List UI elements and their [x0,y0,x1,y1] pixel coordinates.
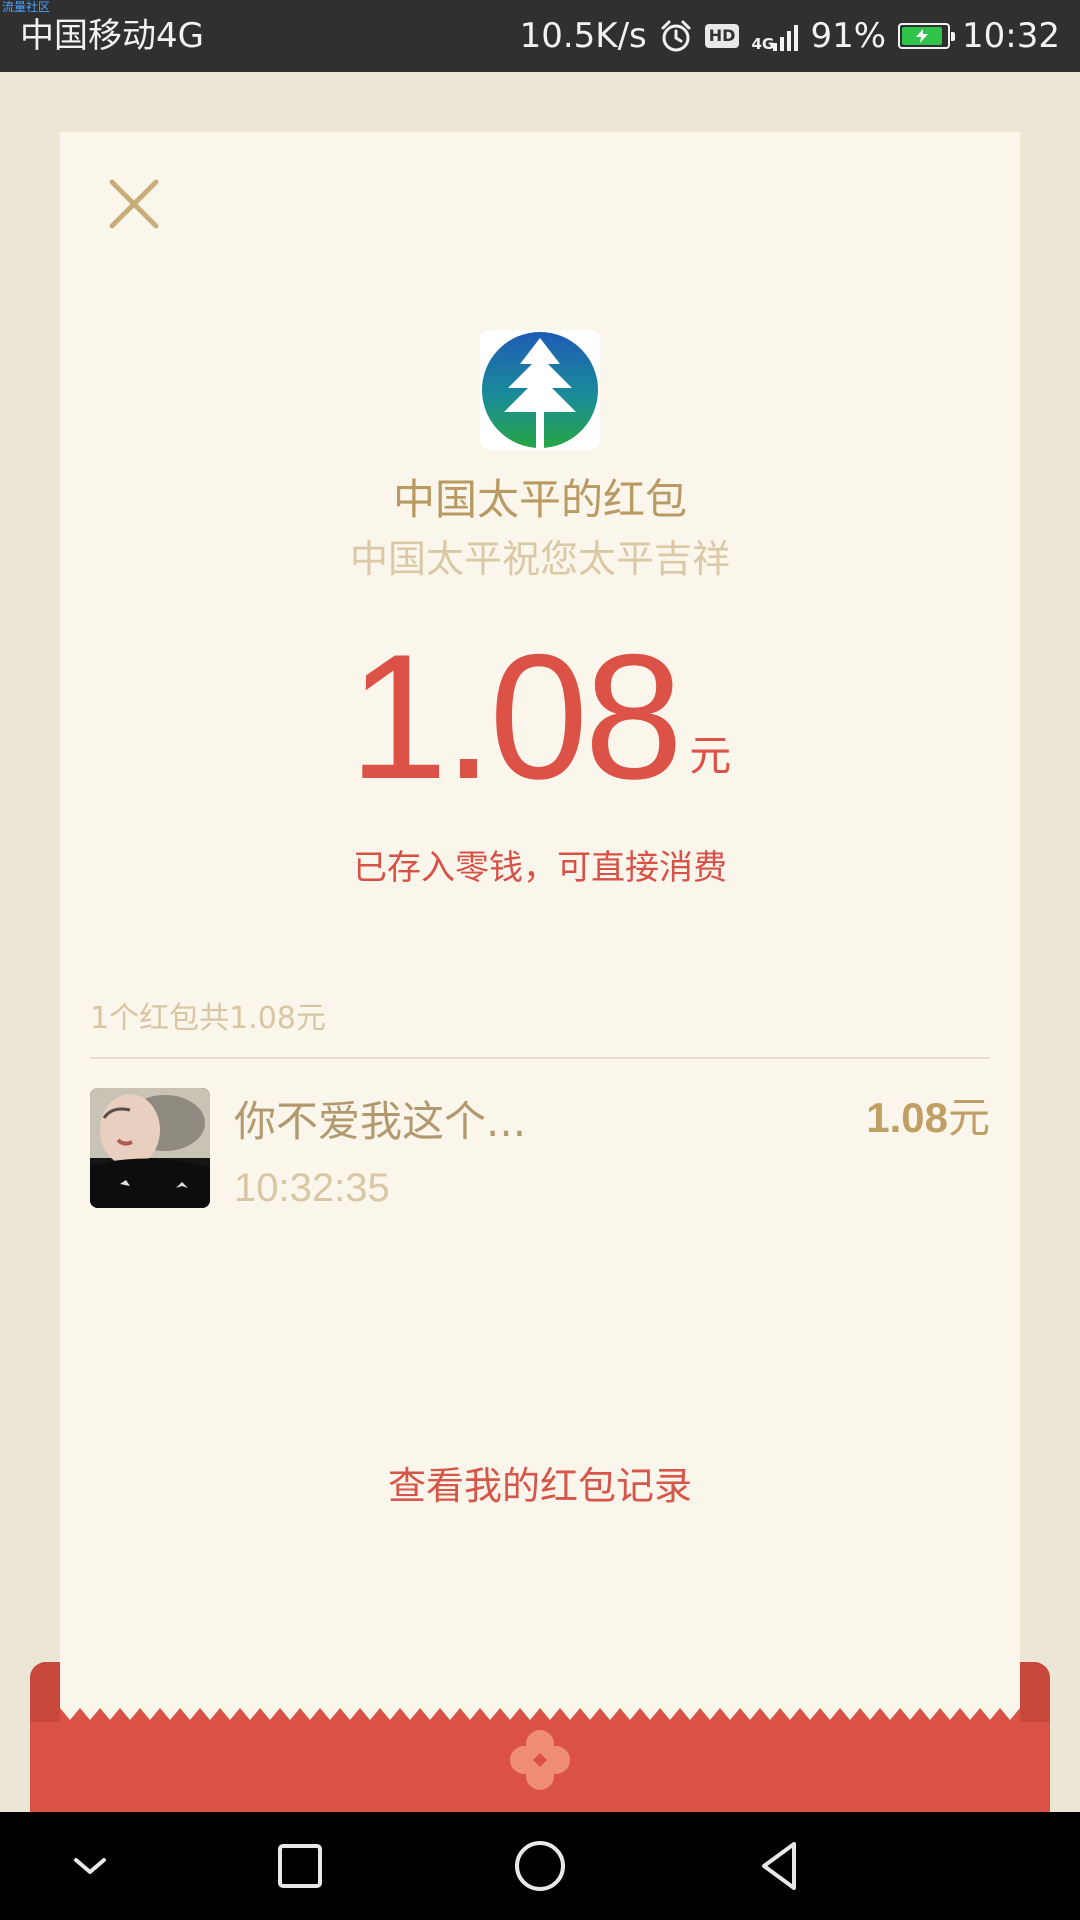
sender-logo [480,330,600,450]
record-amount: 1.08元 [866,1090,990,1146]
record-name: 你不爱我这个... [234,1097,527,1146]
hd-badge: HD [704,24,740,48]
view-history-link[interactable]: 查看我的红包记录 [60,1460,1020,1512]
sender-title: 中国太平的红包 [392,475,687,524]
avatar[interactable] [90,1088,210,1208]
avatar-image [90,1088,210,1208]
back-triangle-icon[interactable] [750,1836,810,1896]
divider [90,1057,990,1059]
amount-value: 1.08 [348,617,683,816]
amount-unit: 元 [689,731,732,780]
packet-summary: 1个红包共1.08元 [90,1001,326,1036]
signal-icon [773,21,799,51]
carrier-label: 中国移动4G [20,16,204,56]
recents-square-icon[interactable] [270,1836,330,1896]
record-time: 10:32:35 [234,1166,390,1210]
red-packet-detail-card: 中国太平的红包 中国太平祝您太平吉祥 1.08 元 已存入零钱，可直接消费 1个… [60,132,1020,1708]
amount-display: 1.08 元 [60,617,1020,816]
status-indicators: 10.5K/s HD 4G 91% 10:32 [520,12,1060,60]
stored-note: 已存入零钱，可直接消费 [353,848,727,888]
battery-percent: 91% [810,16,887,56]
clock: 10:32 [962,16,1060,56]
close-icon[interactable] [102,172,166,236]
tree-logo-icon [482,332,598,448]
blessing-message: 中国太平祝您太平吉祥 [349,537,730,581]
alarm-icon [661,20,691,52]
home-circle-icon[interactable] [510,1836,570,1896]
envelope-seal-icon [510,1730,570,1790]
record-amount-value: 1.08 [866,1094,948,1141]
battery-charging-icon [898,23,956,49]
watermark-text: 流量社区 [2,0,51,14]
list-item[interactable]: 你不爱我这个... 10:32:35 1.08元 [90,1088,990,1212]
navigation-bar [0,1812,1080,1920]
record-amount-unit: 元 [947,1094,990,1141]
paper-zigzag-edge [60,1708,1020,1720]
status-bar: 流量社区 中国移动4G 10.5K/s HD 4G 91% 10:32 [0,0,1080,72]
network-type-label: 4G [751,35,775,53]
net-speed: 10.5K/s [519,16,647,56]
chevron-down-icon[interactable] [60,1836,120,1896]
